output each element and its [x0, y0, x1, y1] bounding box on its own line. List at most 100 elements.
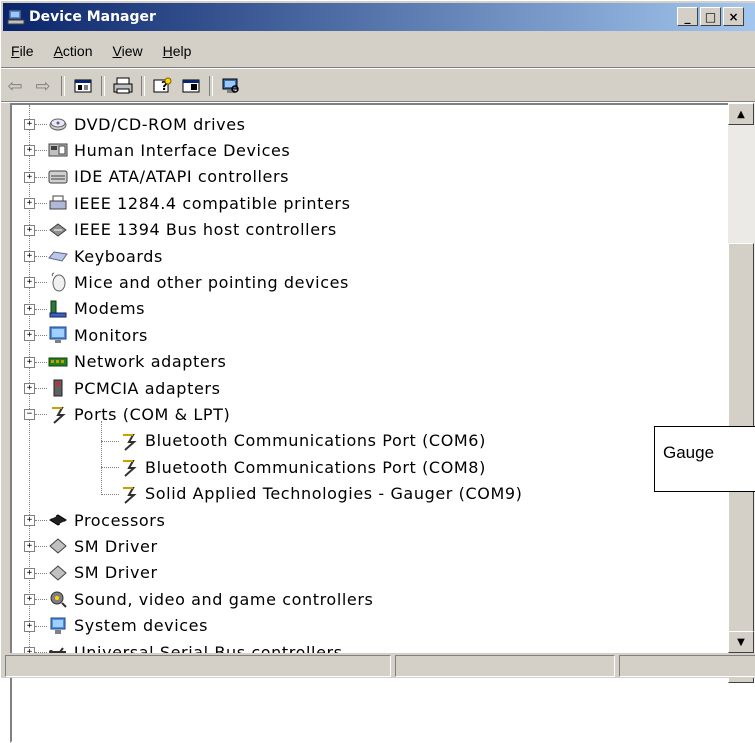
tree-item-label: Ports (COM & LPT)	[74, 404, 231, 424]
tree-connector	[35, 335, 47, 337]
menu-action[interactable]: Action	[46, 41, 105, 65]
tree-connector	[35, 256, 47, 257]
smdriver-icon	[49, 565, 67, 581]
menu-file[interactable]: File	[3, 41, 46, 65]
tree-item-label: IEEE 1284.4 compatible printers	[74, 193, 351, 213]
tree-item-label: Monitors	[74, 325, 148, 345]
title-bar[interactable]: Device Manager _ □ ×	[3, 3, 755, 31]
help-icon[interactable]: ?	[151, 75, 175, 97]
monitor-icon	[49, 326, 67, 344]
mouse-icon	[51, 272, 66, 292]
expand-toggle[interactable]: +	[24, 620, 35, 632]
tree-connector	[101, 467, 119, 469]
expand-toggle[interactable]: +	[24, 383, 35, 394]
maximize-button[interactable]: □	[700, 7, 721, 26]
back-arrow-icon[interactable]: ⇦	[3, 75, 27, 97]
tree-device[interactable]: Bluetooth Communications Port (COM8)	[119, 454, 486, 480]
scroll-down-button[interactable]: ▼	[728, 631, 754, 653]
tree-category[interactable]: PCMCIA adapters	[48, 375, 221, 401]
tree-item-label: Modems	[74, 299, 146, 319]
tree-category[interactable]: Ports (COM & LPT)	[48, 401, 230, 427]
print-icon[interactable]	[111, 75, 135, 97]
tree-category[interactable]: Monitors	[48, 322, 148, 348]
tree-item-label: IDE ATA/ATAPI controllers	[74, 167, 290, 187]
properties-icon[interactable]	[71, 75, 95, 97]
tree-item-label: PCMCIA adapters	[74, 378, 221, 398]
tree-category[interactable]: SM Driver	[48, 560, 158, 586]
tree-item-label: DVD/CD-ROM drives	[74, 114, 246, 134]
tree-connector	[35, 229, 47, 231]
expand-toggle[interactable]: +	[24, 330, 35, 342]
expand-toggle[interactable]: +	[24, 171, 35, 183]
tree-category[interactable]: SM Driver	[48, 533, 158, 559]
expand-toggle[interactable]: +	[24, 145, 35, 157]
tree-category[interactable]: IEEE 1394 Bus host controllers	[48, 217, 337, 243]
port-icon	[123, 486, 137, 504]
menu-help[interactable]: Help	[155, 41, 204, 65]
tree-connector	[35, 176, 47, 178]
tree-device[interactable]: Solid Applied Technologies - Gauger (COM…	[119, 481, 522, 507]
device-tree-panel: + DVD/CD-ROM drives + Human Interface Devic…	[10, 103, 755, 743]
tree-category[interactable]: Network adapters	[48, 349, 226, 375]
tree-category[interactable]: Mice and other pointing devices	[48, 269, 349, 295]
toolbar: ⇦ ⇨ ?	[3, 72, 247, 100]
printer-icon	[49, 195, 67, 210]
tree-item-label: Sound, video and game controllers	[74, 589, 374, 609]
menu-view[interactable]: View	[105, 41, 155, 65]
keyboard-icon	[48, 251, 68, 262]
tree-connector	[101, 421, 102, 495]
tree-category[interactable]: Processors	[48, 507, 165, 533]
tree-connector	[35, 150, 47, 152]
expand-toggle[interactable]: +	[24, 224, 35, 236]
expand-toggle[interactable]: +	[24, 356, 35, 368]
tree-category[interactable]: Modems	[48, 296, 145, 322]
tree-connector	[35, 546, 47, 548]
1394-icon	[49, 222, 67, 237]
forward-arrow-icon[interactable]: ⇨	[31, 75, 55, 97]
close-button[interactable]: ×	[723, 7, 744, 26]
tree-connector	[35, 282, 47, 284]
tree-connector	[35, 625, 47, 627]
toolbar-separator	[101, 76, 105, 96]
expand-toggle[interactable]: +	[24, 119, 35, 130]
port-icon	[123, 460, 137, 477]
minimize-button[interactable]: _	[677, 7, 698, 26]
expand-toggle[interactable]: +	[24, 251, 35, 262]
tree-category[interactable]: System devices	[48, 613, 208, 639]
expand-toggle[interactable]: +	[24, 277, 35, 289]
menu-separator	[1, 67, 755, 69]
view-icon[interactable]	[179, 75, 203, 97]
tree-category[interactable]: DVD/CD-ROM drives	[48, 111, 246, 137]
tree-connector	[35, 572, 47, 574]
tree-category[interactable]: IDE ATA/ATAPI controllers	[48, 164, 289, 190]
tree-item-label: SM Driver	[74, 563, 158, 583]
expand-toggle[interactable]: +	[24, 198, 35, 210]
collapse-toggle[interactable]: −	[24, 409, 35, 421]
scroll-up-button[interactable]: ▲	[728, 103, 754, 125]
expand-toggle[interactable]: +	[24, 515, 35, 526]
tree-device[interactable]: Bluetooth Communications Port (COM6)	[119, 428, 486, 454]
expand-toggle[interactable]: +	[24, 594, 35, 606]
modem-icon	[49, 300, 67, 318]
expand-toggle[interactable]: +	[24, 541, 35, 553]
window-title: Device Manager	[29, 9, 156, 25]
tree-connector	[35, 599, 47, 601]
pcmcia-icon	[53, 379, 63, 397]
tree-connector	[35, 308, 47, 310]
tree-item-label: Mice and other pointing devices	[74, 272, 349, 292]
expand-toggle[interactable]: +	[24, 303, 35, 315]
network-icon	[48, 357, 68, 367]
tree-category[interactable]: Human Interface Devices	[48, 137, 290, 163]
dvd-icon	[49, 118, 67, 131]
tree-item-label: Processors	[74, 510, 166, 530]
status-bar	[1, 653, 755, 678]
tree-item-label: Keyboards	[74, 246, 163, 266]
tree-category[interactable]: IEEE 1284.4 compatible printers	[48, 190, 351, 216]
scan-hardware-icon[interactable]	[219, 75, 243, 97]
vertical-scrollbar[interactable]: ▲ ▼	[728, 103, 755, 683]
tree-category[interactable]: Sound, video and game controllers	[48, 586, 373, 612]
callout-text: Gauge	[663, 443, 715, 462]
expand-toggle[interactable]: +	[24, 567, 35, 579]
tree-connector	[35, 388, 47, 389]
tree-category[interactable]: Keyboards	[48, 243, 163, 269]
